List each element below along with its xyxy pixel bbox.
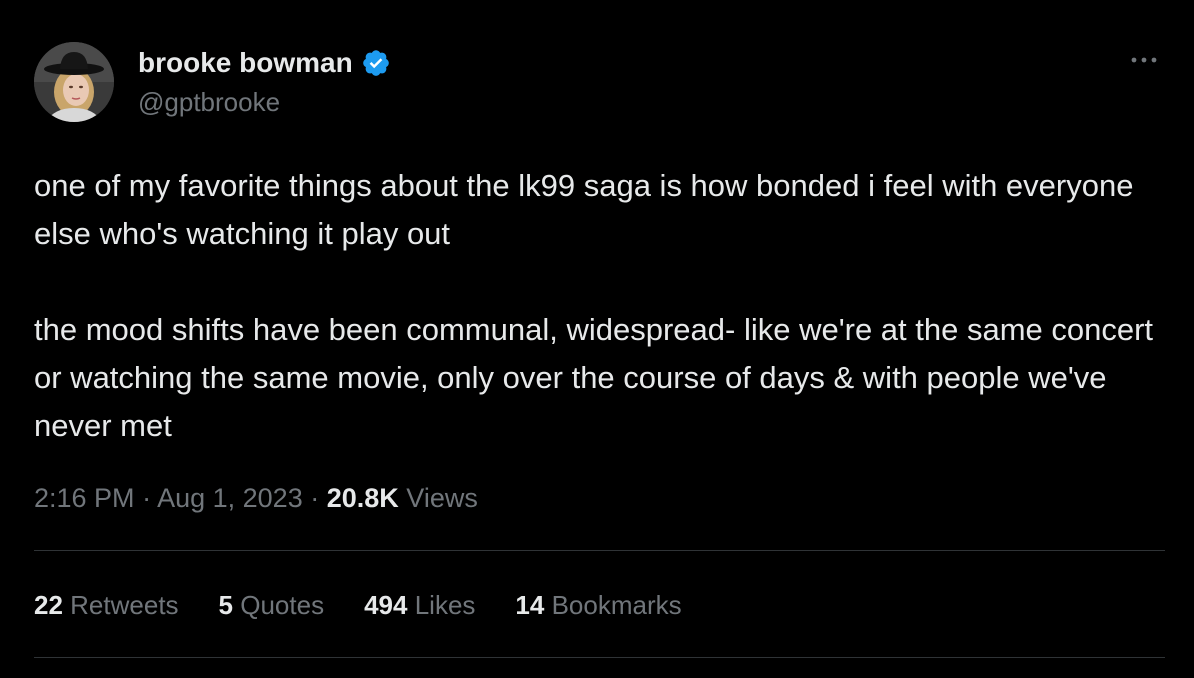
avatar[interactable] bbox=[34, 42, 114, 122]
ellipsis-icon bbox=[1131, 57, 1157, 63]
display-name[interactable]: brooke bowman bbox=[138, 46, 353, 80]
more-options-button[interactable] bbox=[1124, 48, 1164, 72]
user-handle[interactable]: @gptbrooke bbox=[138, 86, 280, 118]
views-label: Views bbox=[406, 483, 478, 513]
likes-stat[interactable]: 494 Likes bbox=[364, 587, 475, 623]
divider bbox=[34, 657, 1165, 658]
tweet-time[interactable]: 2:16 PM bbox=[34, 483, 135, 513]
engagement-stats: 22 Retweets 5 Quotes 494 Likes 14 Bookma… bbox=[34, 587, 682, 623]
tweet-paragraph: the mood shifts have been communal, wide… bbox=[34, 312, 1162, 443]
views-count: 20.8K bbox=[326, 483, 399, 513]
tweet-date[interactable]: Aug 1, 2023 bbox=[157, 483, 303, 513]
retweets-label: Retweets bbox=[70, 590, 179, 620]
divider bbox=[34, 550, 1165, 551]
tweet-text: one of my favorite things about the lk99… bbox=[34, 162, 1164, 450]
bookmarks-count: 14 bbox=[515, 590, 545, 620]
bookmarks-stat[interactable]: 14 Bookmarks bbox=[515, 587, 681, 623]
quotes-label: Quotes bbox=[240, 590, 325, 620]
user-name-row: brooke bowman bbox=[138, 46, 391, 80]
meta-separator: · bbox=[302, 483, 327, 513]
bookmarks-label: Bookmarks bbox=[551, 590, 682, 620]
retweets-count: 22 bbox=[34, 590, 63, 620]
meta-separator: · bbox=[134, 483, 158, 513]
likes-label: Likes bbox=[414, 590, 476, 620]
retweets-stat[interactable]: 22 Retweets bbox=[34, 587, 179, 623]
likes-count: 494 bbox=[364, 590, 408, 620]
quotes-count: 5 bbox=[218, 590, 234, 620]
profile-photo bbox=[34, 42, 114, 122]
verified-badge-icon[interactable] bbox=[361, 48, 391, 78]
quotes-stat[interactable]: 5 Quotes bbox=[219, 587, 325, 623]
tweet-card: brooke bowman @gptbrooke one of my favor… bbox=[0, 0, 1194, 678]
tweet-paragraph: one of my favorite things about the lk99… bbox=[34, 168, 1143, 251]
tweet-meta: 2:16 PM · Aug 1, 2023 · 20.8K Views bbox=[34, 480, 478, 516]
